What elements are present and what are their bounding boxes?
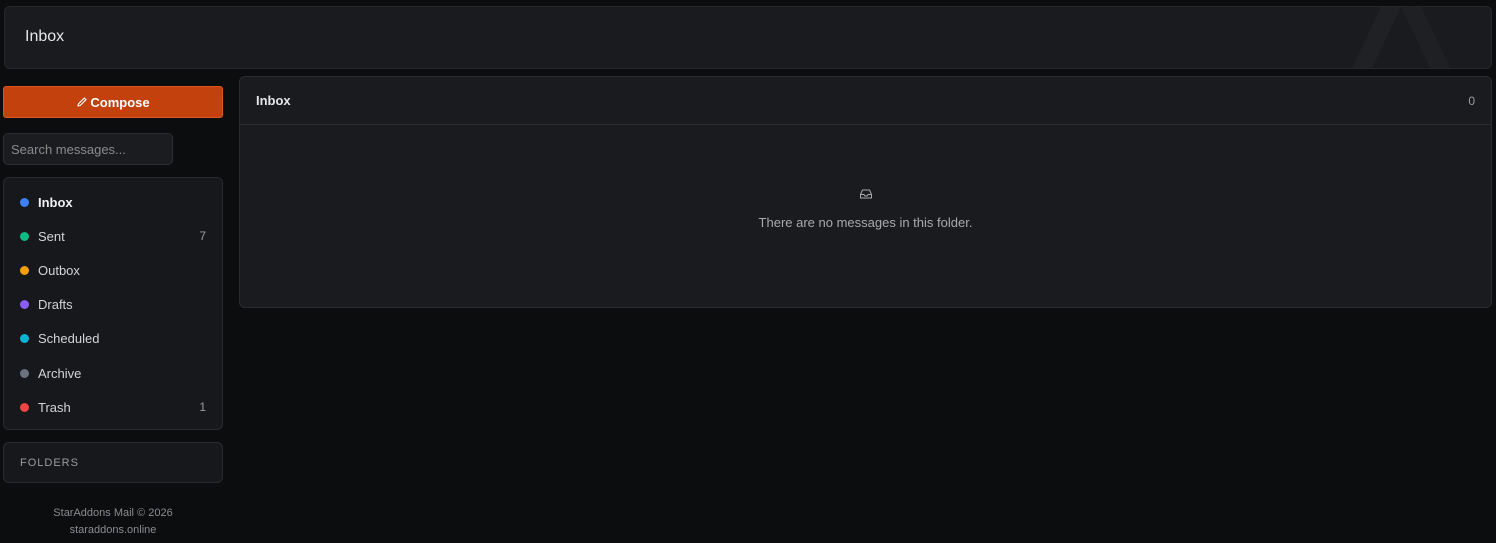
empty-message: There are no messages in this folder. (758, 215, 973, 230)
sent-dot-icon (20, 231, 29, 241)
folders-label: FOLDERS (20, 456, 79, 469)
drafts-dot-icon (20, 300, 29, 310)
sidebar-item-label: Outbox (38, 262, 80, 278)
sidebar-item-outbox[interactable]: Outbox (4, 253, 222, 287)
inbox-tray-icon (859, 189, 872, 199)
mailbox-nav: Inbox Sent 7 Outbox Drafts Scheduled Arc… (3, 177, 223, 430)
sidebar-item-sent[interactable]: Sent 7 (4, 219, 222, 253)
compose-button[interactable]: Compose (3, 86, 223, 118)
folder-title: Inbox (256, 93, 291, 108)
panel-header: Inbox 0 (240, 77, 1491, 125)
sidebar-item-trash[interactable]: Trash 1 (4, 390, 222, 424)
footer-domain: staraddons.online (69, 524, 157, 536)
sidebar-item-label: Inbox (38, 194, 73, 210)
footer-copyright: StarAddons Mail © 2026 (53, 507, 173, 519)
top-bar: Inbox (4, 6, 1492, 69)
inbox-dot-icon (20, 197, 29, 207)
archive-dot-icon (20, 368, 29, 378)
page-title: Inbox (25, 28, 65, 45)
sidebar-item-scheduled[interactable]: Scheduled (4, 322, 222, 356)
footer: StarAddons Mail © 2026 staraddons.online (3, 505, 223, 539)
sidebar-item-count: 1 (199, 400, 206, 415)
message-count: 0 (1468, 93, 1475, 108)
sidebar-item-archive[interactable]: Archive (4, 356, 222, 390)
sidebar-item-label: Drafts (38, 297, 73, 313)
sidebar-item-label: Scheduled (38, 331, 100, 347)
sidebar-item-label: Trash (38, 399, 71, 415)
sidebar-item-count: 7 (199, 229, 206, 244)
scheduled-dot-icon (20, 334, 29, 344)
sidebar-item-inbox[interactable]: Inbox (4, 185, 222, 219)
compose-label: Compose (90, 94, 150, 110)
sidebar-item-label: Archive (38, 365, 82, 381)
outbox-dot-icon (20, 265, 29, 275)
folders-section[interactable]: FOLDERS (3, 442, 223, 483)
sidebar-item-label: Sent (38, 228, 65, 244)
pencil-icon (77, 97, 87, 107)
header-decoration (1351, 7, 1451, 68)
empty-state: There are no messages in this folder. (240, 187, 1491, 230)
search-input[interactable] (3, 133, 173, 165)
trash-dot-icon (20, 402, 29, 412)
message-list-panel: Inbox 0 There are no messages in this fo… (239, 76, 1492, 308)
sidebar-item-drafts[interactable]: Drafts (4, 288, 222, 322)
